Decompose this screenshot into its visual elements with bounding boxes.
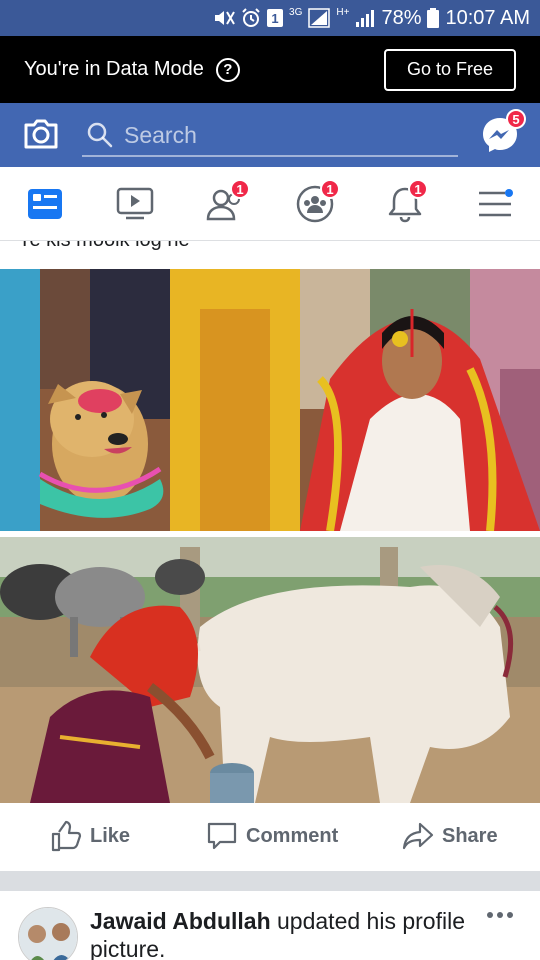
post-action-bar: Like Comment Share	[0, 803, 540, 869]
battery-icon	[427, 8, 440, 28]
notifications-badge: 1	[408, 179, 428, 199]
post-photo-1[interactable]	[0, 269, 540, 531]
clock: 10:07 AM	[445, 6, 530, 29]
video-icon	[116, 187, 154, 220]
sim-slot-indicator: 1	[267, 9, 284, 27]
like-label: Like	[90, 824, 131, 847]
tab-watch[interactable]	[110, 179, 160, 229]
mute-icon	[213, 8, 235, 28]
share-icon	[402, 822, 434, 850]
search-input[interactable]: Search	[82, 115, 458, 157]
like-button[interactable]: Like	[50, 819, 130, 853]
tab-news-feed[interactable]	[20, 179, 70, 229]
feed-post-2: Jawaid Abdullah updated his profile pict…	[0, 891, 540, 960]
battery-percent: 78%	[381, 6, 422, 29]
news-feed-icon	[28, 189, 62, 219]
avatar[interactable]	[18, 907, 78, 960]
post-2-headline: Jawaid Abdullah updated his profile pict…	[90, 907, 470, 960]
feed-divider	[0, 871, 540, 891]
network-type: 3G	[289, 6, 303, 18]
nav-tabs: 1 1 1	[0, 167, 540, 241]
alarm-icon	[241, 8, 261, 28]
author-name[interactable]: Jawaid Abdullah	[90, 908, 271, 934]
search-header: Search 5	[0, 103, 540, 167]
camera-icon[interactable]	[22, 115, 60, 153]
post-caption: Ye kis moolk log he	[18, 241, 190, 252]
messenger-button[interactable]: 5	[480, 109, 526, 155]
signal-icon	[308, 8, 331, 28]
like-icon	[51, 820, 82, 852]
status-bar: 1 3G H+ 78% 10:07 AM	[0, 0, 540, 36]
help-icon[interactable]: ?	[215, 57, 240, 82]
messenger-badge: 5	[506, 109, 526, 129]
data-mode-banner: You're in Data Mode ? Go to Free	[0, 36, 540, 103]
tab-menu[interactable]	[470, 179, 520, 229]
share-button[interactable]: Share	[402, 819, 498, 853]
tab-notifications[interactable]: 1	[380, 179, 430, 229]
post-photo-2[interactable]	[0, 537, 540, 803]
comment-label: Comment	[246, 824, 339, 847]
more-icon[interactable]	[486, 909, 514, 921]
signal-type: H+	[336, 6, 350, 18]
share-label: Share	[442, 824, 498, 847]
news-feed: Ye kis moolk log he	[0, 241, 540, 960]
comment-button[interactable]: Comment	[206, 819, 338, 853]
friends-badge: 1	[230, 179, 250, 199]
search-placeholder: Search	[124, 121, 197, 148]
menu-icon	[479, 189, 513, 217]
tab-friends[interactable]: 1	[200, 179, 250, 229]
tab-groups[interactable]: 1	[290, 179, 340, 229]
groups-badge: 1	[320, 179, 340, 199]
comment-icon	[207, 822, 237, 850]
signal-icon-2	[355, 8, 375, 28]
go-to-free-button[interactable]: Go to Free	[384, 48, 516, 91]
data-mode-message: You're in Data Mode	[24, 58, 204, 80]
search-icon	[87, 122, 113, 148]
